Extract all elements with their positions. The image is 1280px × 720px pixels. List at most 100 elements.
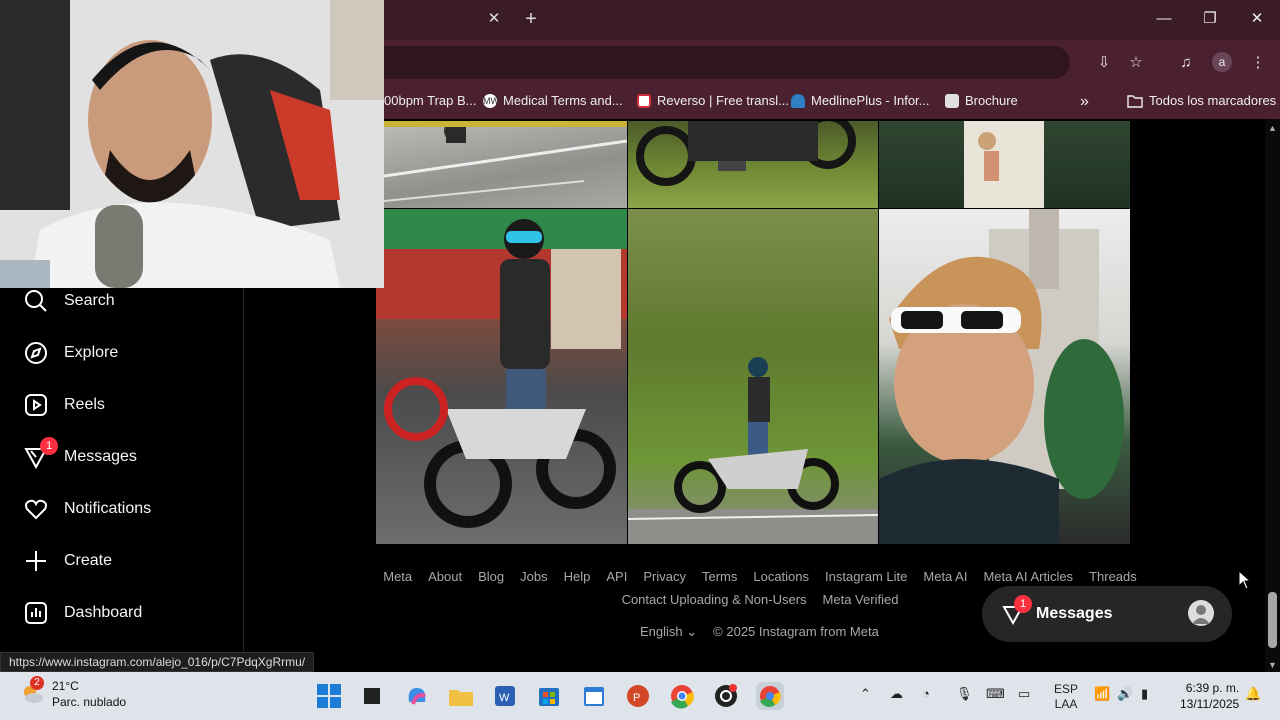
maximize-button[interactable]: ❐: [1199, 8, 1221, 30]
footer-link[interactable]: Terms: [702, 565, 737, 588]
folder-icon: [1127, 94, 1143, 108]
footer-link[interactable]: Help: [564, 565, 591, 588]
mw-icon: MW: [483, 93, 499, 108]
medlineplus-icon: [791, 93, 805, 108]
wifi-icon[interactable]: 📶: [1094, 686, 1110, 702]
new-tab-button[interactable]: +: [521, 8, 541, 30]
footer-link[interactable]: Meta: [383, 565, 412, 588]
close-window-button[interactable]: ✕: [1246, 8, 1268, 30]
partly-cloudy-icon: 2: [20, 676, 44, 706]
grid-photo-road[interactable]: [384, 121, 627, 208]
weather-widget[interactable]: 2 21°C Parc. nublado: [20, 676, 127, 710]
messages-floating-button[interactable]: 1 Messages: [982, 586, 1232, 642]
edge-icon[interactable]: ◔: [922, 686, 930, 701]
footer-link[interactable]: Jobs: [520, 565, 547, 588]
sidebar-item-label: Reels: [64, 396, 105, 413]
webcam-image: [0, 0, 384, 288]
instagram-sidebar: Search Explore Reels 1 Messages Notifica…: [0, 288, 244, 672]
footer-link[interactable]: About: [428, 565, 462, 588]
footer-link[interactable]: Threads: [1089, 565, 1137, 588]
sidebar-item-notifications[interactable]: Notifications: [24, 489, 151, 529]
photo-content: [879, 209, 1124, 544]
footer-link[interactable]: Contact Uploading & Non-Users: [622, 588, 807, 611]
media-controls-icon[interactable]: ♫: [1176, 54, 1196, 72]
sidebar-item-explore[interactable]: Explore: [24, 333, 118, 373]
bookmark-label: Brochure: [965, 93, 1018, 108]
sidebar-item-dashboard[interactable]: Dashboard: [24, 593, 142, 633]
file-explorer-icon[interactable]: [447, 682, 475, 710]
bookmark-label: 00bpm Trap B...: [384, 93, 477, 108]
bookmark-item[interactable]: 00bpm Trap B...: [384, 93, 477, 108]
powerpoint-icon[interactable]: P: [624, 682, 652, 710]
footer-bottom: English ⌄ © 2025 Instagram from Meta: [640, 624, 879, 640]
language-select[interactable]: English ⌄: [640, 624, 697, 640]
install-app-icon[interactable]: ⇩: [1094, 54, 1114, 72]
browser-menu-icon[interactable]: ⋮: [1248, 54, 1268, 72]
footer-link[interactable]: API: [606, 565, 627, 588]
windows-start-icon[interactable]: [315, 682, 343, 710]
heart-icon: [24, 497, 48, 521]
calendar-icon[interactable]: [580, 682, 608, 710]
display-icon[interactable]: ▭: [1018, 686, 1030, 702]
weather-text: Parc. nublado: [52, 695, 127, 709]
footer-link[interactable]: Meta AI Articles: [983, 565, 1073, 588]
notification-bell-icon[interactable]: 🔔: [1245, 686, 1261, 702]
copilot-icon[interactable]: [403, 682, 431, 710]
chrome-icon[interactable]: [668, 682, 696, 710]
language-indicator[interactable]: ESP LAA: [1054, 682, 1078, 712]
battery-icon[interactable]: ▮: [1141, 686, 1148, 702]
sidebar-item-label: Messages: [64, 448, 137, 465]
footer-link[interactable]: Meta AI: [923, 565, 967, 588]
footer-link[interactable]: Instagram Lite: [825, 565, 907, 588]
bookmark-item[interactable]: MedlinePlus - Infor...: [791, 93, 930, 108]
grid-photo-rider-market[interactable]: [376, 209, 627, 544]
grid-photo-selfie-church[interactable]: [879, 209, 1130, 544]
obs-icon[interactable]: [712, 682, 740, 710]
grid-photo-rider-hill[interactable]: [628, 209, 878, 544]
grid-photo-forest-person[interactable]: [879, 121, 1130, 208]
footer-link[interactable]: Privacy: [643, 565, 686, 588]
photo-content: [636, 121, 856, 186]
bookmark-item[interactable]: Brochure: [945, 93, 1018, 108]
photo-content: [964, 121, 1044, 208]
scroll-down-icon[interactable]: ▼: [1268, 660, 1277, 670]
sidebar-item-label: Explore: [64, 344, 119, 361]
word-icon[interactable]: W: [491, 682, 519, 710]
minimize-button[interactable]: —: [1153, 8, 1175, 30]
volume-icon[interactable]: 🔊: [1117, 686, 1133, 702]
all-bookmarks-button[interactable]: Todos los marcadores: [1127, 93, 1276, 108]
footer-link[interactable]: Blog: [478, 565, 504, 588]
sidebar-item-reels[interactable]: Reels: [24, 385, 105, 425]
grid-photo-motorbike-grass[interactable]: [628, 121, 878, 208]
taskbar-clock[interactable]: 6:39 p. m. 13/11/2025: [1180, 680, 1239, 712]
microphone-icon[interactable]: 🎙: [956, 686, 973, 702]
scroll-up-icon[interactable]: ▲: [1268, 123, 1277, 133]
windows-taskbar: 2 21°C Parc. nublado W P ⌃ ☁ ◔ 🎙 ⌨ ▭ ESP…: [0, 672, 1280, 720]
sidebar-item-label: Notifications: [64, 500, 152, 517]
scrollbar-thumb[interactable]: [1268, 592, 1277, 648]
keyboard-icon[interactable]: ⌨: [986, 686, 1005, 702]
bookmark-label: MedlinePlus - Infor...: [811, 93, 930, 108]
bookmark-item[interactable]: Reverso | Free transl...: [637, 93, 789, 108]
cloud-off-icon[interactable]: ☁: [890, 686, 903, 702]
sidebar-item-search[interactable]: Search: [24, 281, 115, 321]
sidebar-item-create[interactable]: Create: [24, 541, 112, 581]
chrome-profile-icon[interactable]: [756, 682, 784, 710]
chevron-up-icon[interactable]: ⌃: [860, 686, 871, 702]
messages-badge: 1: [40, 437, 58, 455]
bookmarks-overflow-button[interactable]: »: [1080, 93, 1089, 111]
bookmark-star-icon[interactable]: ☆: [1126, 54, 1146, 72]
brochure-icon: [945, 93, 959, 108]
task-view-icon[interactable]: [358, 682, 386, 710]
page-scrollbar[interactable]: ▲ ▼: [1265, 119, 1280, 672]
bookmark-item[interactable]: MW Medical Terms and...: [483, 93, 623, 108]
store-icon[interactable]: [535, 682, 563, 710]
tab-close-icon[interactable]: ✕: [486, 11, 502, 27]
avatar: [1188, 600, 1214, 626]
sidebar-item-messages[interactable]: 1 Messages: [24, 437, 137, 477]
language-line2: LAA: [1054, 697, 1078, 711]
all-bookmarks-label: Todos los marcadores: [1149, 93, 1277, 108]
footer-link[interactable]: Meta Verified: [823, 588, 899, 611]
footer-link[interactable]: Locations: [753, 565, 809, 588]
profile-avatar[interactable]: a: [1212, 52, 1232, 72]
